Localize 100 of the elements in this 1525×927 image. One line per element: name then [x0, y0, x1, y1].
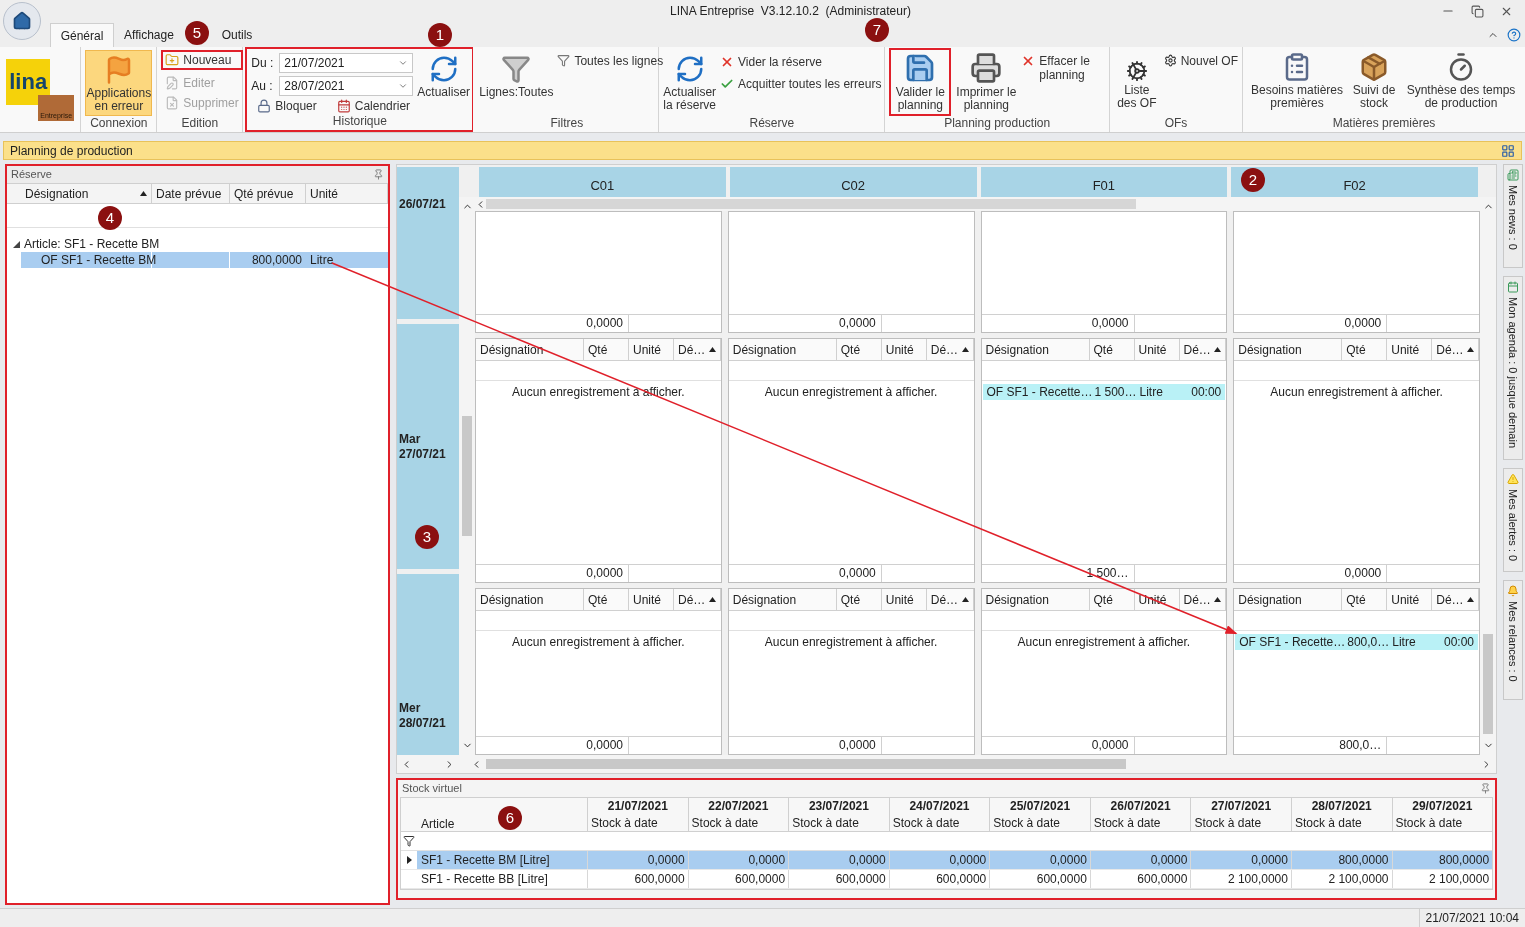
vertical-scrollbar[interactable]	[459, 197, 475, 755]
ribbon-tab[interactable]: Outils	[212, 23, 262, 47]
side-panel-tab[interactable]: Mes relances : 0	[1503, 580, 1523, 700]
column-header[interactable]: Dé…	[1432, 339, 1479, 360]
column-header[interactable]: Désignation	[1234, 339, 1343, 360]
table-cell: 0,0000	[687, 851, 789, 869]
expander-icon[interactable]	[13, 240, 20, 248]
column-header[interactable]: Désignation	[981, 339, 1090, 360]
column-header[interactable]: Qté	[1089, 589, 1135, 610]
column-header[interactable]: Dé…	[674, 589, 721, 610]
clear-reserve-button[interactable]: Vider la réserve	[720, 55, 882, 69]
column-header[interactable]: Désignation	[21, 184, 152, 203]
filter-icon[interactable]	[403, 835, 415, 847]
ribbon-tab[interactable]: Affichage	[116, 23, 182, 47]
column-header[interactable]: Stock à date	[1190, 815, 1291, 831]
total-cell: 0,0000	[1234, 315, 1388, 332]
applications-button[interactable]: Applications en erreur	[85, 50, 153, 116]
help-icon[interactable]	[1507, 28, 1521, 42]
column-header[interactable]: Désignation	[476, 589, 584, 610]
column-header[interactable]: Stock à date	[989, 815, 1090, 831]
column-header[interactable]: Unité	[629, 589, 674, 610]
refresh-button[interactable]: Actualiser	[417, 52, 471, 99]
column-header[interactable]: Article	[421, 817, 455, 831]
side-panel-tab[interactable]: Mes news : 0	[1503, 164, 1523, 268]
side-panel-tab[interactable]: Mes alertes : 0	[1503, 468, 1523, 572]
restore-icon[interactable]	[1471, 4, 1484, 18]
column-header[interactable]: Dé…	[1179, 589, 1227, 610]
stock-row[interactable]: SF1 - Recette BB [Litre] 600,0000 600,0000 600,0000 600,0000 600,0000 600,0000 2 100,0000 2 100,0000 2 100,0000	[401, 870, 1492, 889]
calendar-button[interactable]: Calendrier	[336, 99, 411, 113]
validate-planning-button[interactable]: Valider le planning	[889, 48, 952, 116]
resource-column-header: C01	[479, 167, 726, 197]
stock-row[interactable]: SF1 - Recette BM [Litre] 0,0000 0,0000 0,0000 0,0000 0,0000 0,0000 0,0000 800,0000 800,0000	[401, 851, 1492, 870]
column-header[interactable]: Désignation	[476, 339, 584, 360]
clear-planning-button[interactable]: Effacer le planning	[1021, 50, 1102, 82]
column-header[interactable]: Désignation	[1234, 589, 1343, 610]
record-row[interactable]: OF SF1 - Recette… 800,0… Litre 00:00	[1235, 634, 1478, 650]
end-date-field[interactable]: 28/07/2021	[279, 76, 414, 96]
scrollbar-thumb[interactable]	[1483, 634, 1493, 734]
empty-message: Aucun enregistrement à afficher.	[763, 634, 939, 650]
column-header[interactable]: Qté	[1089, 339, 1135, 360]
column-header[interactable]: Stock à date	[587, 815, 688, 831]
status-datetime: 21/07/2021 10:04	[1418, 909, 1525, 927]
column-header[interactable]: Stock à date	[1391, 815, 1493, 831]
column-header[interactable]: Stock à date	[1290, 815, 1392, 831]
column-header[interactable]: Dé…	[926, 589, 974, 610]
raw-material-needs-button[interactable]: Besoins matières premières	[1247, 50, 1347, 110]
scrollbar-thumb[interactable]	[462, 416, 472, 536]
table-cell: 0,0000	[888, 851, 990, 869]
print-planning-button[interactable]: Imprimer le planning	[955, 50, 1018, 112]
column-header[interactable]: Stock à date	[888, 815, 990, 831]
new-of-button[interactable]: Nouvel OF	[1163, 50, 1238, 68]
column-header[interactable]: Dé…	[926, 339, 974, 360]
column-header[interactable]: Unité	[881, 339, 927, 360]
column-header[interactable]: Qté	[1342, 339, 1388, 360]
pin-icon[interactable]	[1480, 783, 1491, 794]
production-time-summary-button[interactable]: Synthèse des temps de production	[1401, 50, 1521, 110]
lock-button[interactable]: Bloquer	[257, 99, 317, 113]
column-header[interactable]: Dé…	[674, 339, 721, 360]
column-header[interactable]: Unité	[1387, 339, 1433, 360]
reserve-row[interactable]: OF SF1 - Recette BM 800,0000 Litre	[21, 252, 388, 268]
pin-icon[interactable]	[373, 169, 384, 180]
column-header[interactable]: Unité	[306, 184, 388, 203]
grid-icon[interactable]	[1501, 143, 1515, 158]
column-header[interactable]: Dé…	[1179, 339, 1227, 360]
stock-tracking-button[interactable]: Suivi de stock	[1351, 50, 1397, 110]
column-header[interactable]: Qté	[584, 339, 629, 360]
column-header[interactable]: Date prévue	[152, 184, 230, 203]
column-header[interactable]: Stock à date	[687, 815, 789, 831]
column-header[interactable]: Stock à date	[788, 815, 889, 831]
scrollbar-thumb[interactable]	[486, 759, 1126, 769]
column-header[interactable]: Désignation	[981, 589, 1090, 610]
all-lines-button[interactable]: Toutes les lignes	[557, 50, 664, 68]
column-header[interactable]: Unité	[629, 339, 674, 360]
column-header[interactable]: Unité	[881, 589, 927, 610]
new-button[interactable]: Nouveau	[161, 50, 243, 70]
column-header[interactable]: Qté	[1342, 589, 1388, 610]
table-cell: 600,0000	[888, 870, 990, 888]
weekday-label: Mer	[399, 701, 421, 716]
refresh-reserve-button[interactable]: Actualiser la réserve	[663, 50, 717, 112]
column-header[interactable]: Unité	[1387, 589, 1433, 610]
record-row[interactable]: OF SF1 - Recette… 1 500… Litre 00:00	[982, 384, 1226, 400]
column-header[interactable]: Qté	[584, 589, 629, 610]
scrollbar-thumb[interactable]	[486, 199, 1136, 209]
column-header[interactable]: Unité	[1134, 339, 1180, 360]
column-header[interactable]: Désignation	[728, 589, 837, 610]
acknowledge-errors-button[interactable]: Acquitter toutes les erreurs	[720, 77, 882, 91]
of-list-button[interactable]: Liste des OF	[1114, 50, 1160, 110]
ribbon-tab[interactable]: Général	[50, 23, 114, 47]
column-header[interactable]: Dé…	[1432, 589, 1479, 610]
side-panel-tab[interactable]: Mon agenda : 0 jusque demain	[1503, 276, 1523, 460]
column-header[interactable]: Qté prévue	[230, 184, 306, 203]
column-header[interactable]: Qté	[836, 589, 882, 610]
column-header[interactable]: Désignation	[728, 339, 837, 360]
start-date-field[interactable]: 21/07/2021	[279, 53, 414, 73]
vertical-scrollbar[interactable]	[1480, 197, 1496, 755]
table-cell: 0,0000	[1190, 851, 1291, 869]
column-header[interactable]: Qté	[836, 339, 882, 360]
lines-filter-button[interactable]: Lignes:Toutes	[479, 50, 554, 99]
resource-column-header: C02	[729, 167, 977, 197]
column-header[interactable]: Stock à date	[1089, 815, 1191, 831]
